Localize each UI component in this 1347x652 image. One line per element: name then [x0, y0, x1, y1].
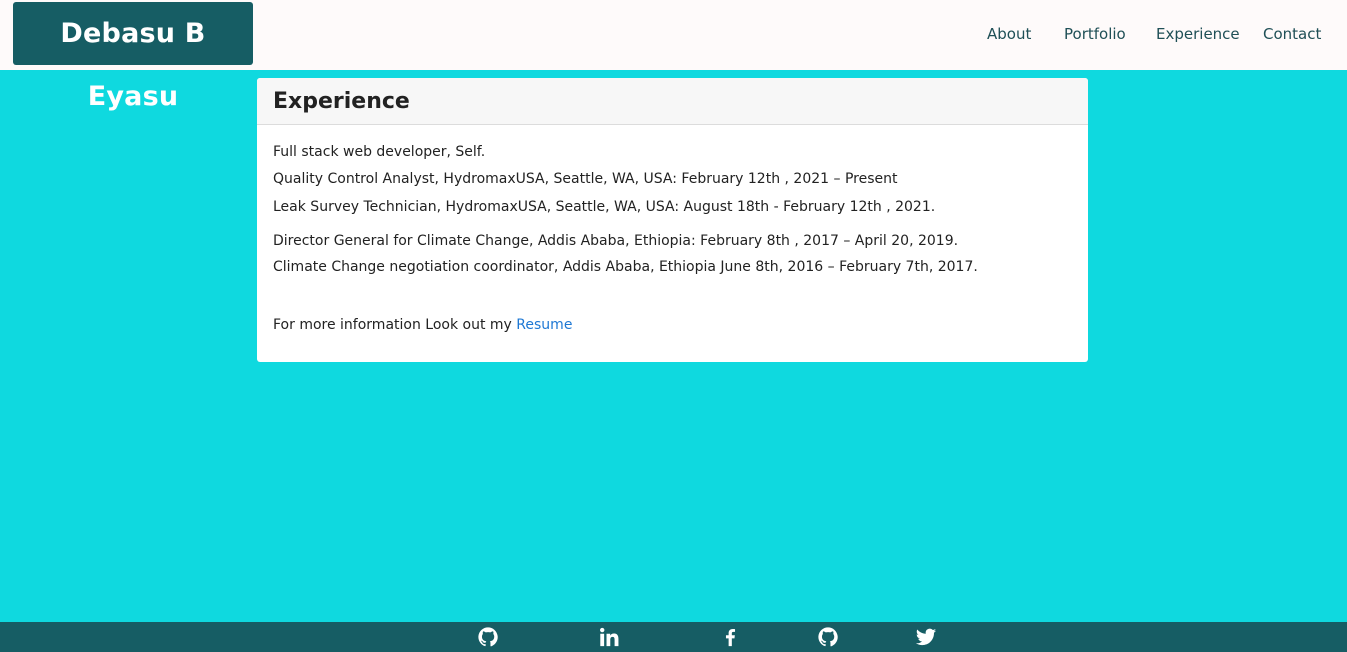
- footer-bar: [0, 622, 1347, 652]
- more-info-text: For more information Look out my Resume: [273, 316, 572, 334]
- github-icon[interactable]: [477, 626, 499, 648]
- experience-card-header: Experience: [257, 78, 1088, 125]
- experience-title: Experience: [273, 89, 410, 114]
- more-info-label: For more information Look out my: [273, 317, 517, 333]
- nav-link-experience[interactable]: Experience: [1156, 24, 1240, 44]
- facebook-icon[interactable]: [719, 626, 741, 648]
- experience-item: Leak Survey Technician, HydromaxUSA, Sea…: [273, 199, 936, 215]
- experience-item: Director General for Climate Change, Add…: [273, 233, 959, 249]
- experience-item: Quality Control Analyst, HydromaxUSA, Se…: [273, 171, 898, 187]
- experience-item: Full stack web developer, Self.: [273, 144, 486, 160]
- nav-link-about[interactable]: About: [987, 24, 1031, 44]
- linkedin-icon[interactable]: [598, 626, 620, 648]
- top-navbar: Debasu B Eyasu About Portfolio Experienc…: [0, 0, 1347, 112]
- brand-logo-link[interactable]: Debasu B Eyasu: [13, 2, 253, 112]
- twitter-icon[interactable]: [915, 626, 937, 648]
- experience-card: Experience Full stack web developer, Sel…: [257, 78, 1088, 362]
- nav-link-contact[interactable]: Contact: [1263, 24, 1321, 44]
- nav-link-portfolio[interactable]: Portfolio: [1064, 24, 1126, 44]
- resume-link[interactable]: Resume: [516, 317, 572, 333]
- experience-item: Climate Change negotiation coordinator, …: [273, 259, 978, 275]
- github-icon[interactable]: [817, 626, 839, 648]
